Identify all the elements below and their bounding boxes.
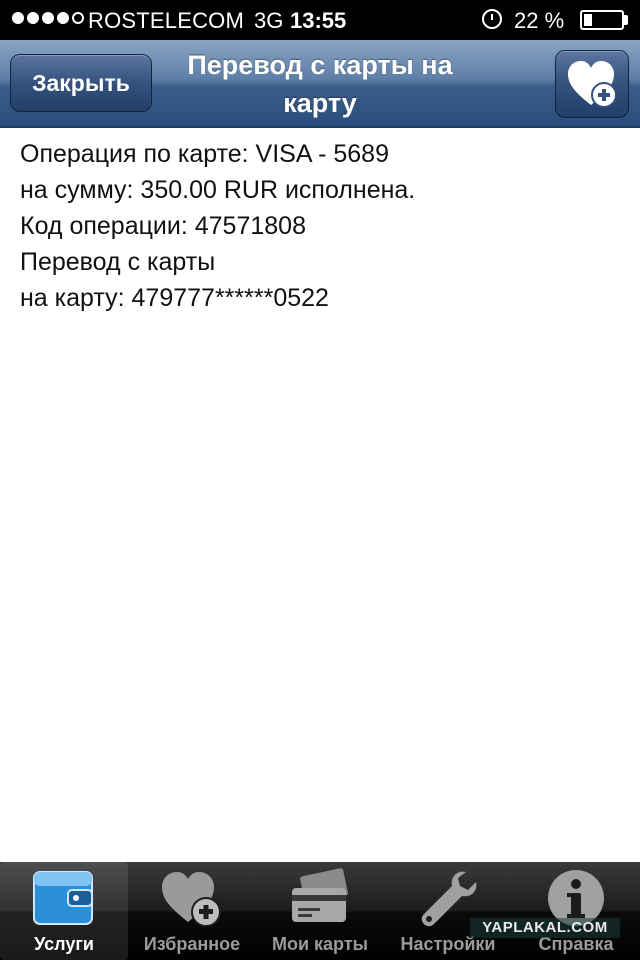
close-button[interactable]: Закрыть bbox=[10, 54, 152, 112]
operation-code-line: Код операции: 47571808 bbox=[20, 212, 306, 240]
tab-services[interactable]: Услуги bbox=[0, 862, 128, 960]
page-title: Перевод с карты на карту bbox=[187, 50, 453, 118]
signal-dot bbox=[12, 12, 24, 24]
signal-dot bbox=[27, 12, 39, 24]
navigation-bar: Закрыть Перевод с карты на карту bbox=[0, 40, 640, 128]
add-to-favorites-button[interactable] bbox=[555, 50, 629, 118]
battery-level-fill bbox=[584, 14, 592, 26]
operation-result: Операция по карте: VISA - 5689 на сумму:… bbox=[20, 136, 620, 316]
network-type: 3G bbox=[254, 8, 284, 33]
carrier-name: ROSTELECOM bbox=[88, 8, 245, 33]
operation-amount-line: на сумму: 350.00 RUR исполнена. bbox=[20, 176, 416, 204]
battery-icon bbox=[580, 10, 624, 30]
battery-percentage: 22 % bbox=[514, 8, 565, 33]
status-time: 13:55 bbox=[290, 8, 347, 33]
tab-my-cards[interactable]: Мои карты bbox=[256, 862, 384, 960]
tab-help[interactable]: Справка bbox=[512, 862, 640, 960]
signal-dot bbox=[42, 12, 54, 24]
tab-settings[interactable]: Настройки bbox=[384, 862, 512, 960]
tab-bar: Услуги Избранное Мои карты Настройки Спр… bbox=[0, 862, 640, 960]
signal-dot bbox=[72, 12, 84, 24]
wallet-icon bbox=[33, 871, 93, 925]
watermark: YAPLAKAL.COM bbox=[470, 918, 620, 938]
heart-plus-icon bbox=[162, 872, 221, 927]
heart-plus-icon bbox=[568, 61, 617, 108]
signal-strength-icon bbox=[12, 12, 84, 24]
tab-label: Избранное bbox=[143, 934, 241, 954]
destination-card-line: на карту: 479777******0522 bbox=[20, 284, 329, 312]
signal-dot bbox=[57, 12, 69, 24]
status-bar: ROSTELECOM 3G 13:55 22 % bbox=[0, 0, 640, 40]
operation-card-line: Операция по карте: VISA - 5689 bbox=[20, 140, 389, 168]
battery-tip bbox=[624, 15, 628, 25]
tab-favorites[interactable]: Избранное bbox=[128, 862, 256, 960]
tab-label: Услуги bbox=[34, 934, 94, 954]
tab-label: Мои карты bbox=[271, 934, 369, 954]
alarm-clock-icon bbox=[482, 9, 502, 29]
transfer-label-line: Перевод с карты bbox=[20, 248, 216, 276]
credit-cards-icon bbox=[292, 868, 348, 922]
